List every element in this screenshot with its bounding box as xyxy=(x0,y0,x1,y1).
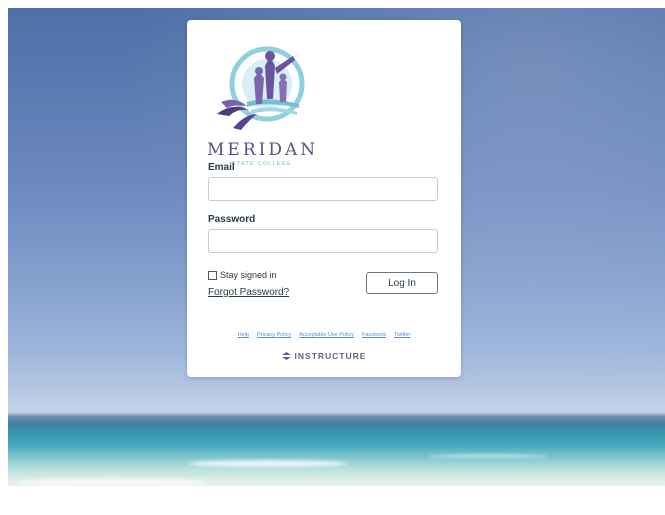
facebook-link[interactable]: Facebook xyxy=(362,332,386,338)
email-field[interactable] xyxy=(208,177,438,201)
help-link[interactable]: Help xyxy=(238,332,249,338)
login-card: MERIDAN STATE COLLEGE Email Password Sta… xyxy=(187,20,461,377)
instructure-icon xyxy=(281,352,291,360)
logo-emblem-icon xyxy=(217,46,305,130)
footer-links: Help Privacy Policy Acceptable Use Polic… xyxy=(187,332,461,338)
forgot-password-link[interactable]: Forgot Password? xyxy=(208,287,289,298)
instructure-wordmark: INSTRUCTURE xyxy=(294,351,367,361)
password-label: Password xyxy=(208,214,256,225)
privacy-policy-link[interactable]: Privacy Policy xyxy=(257,332,291,338)
college-logo: MERIDAN STATE COLLEGE xyxy=(207,44,317,168)
logo-wordmark: MERIDAN xyxy=(207,140,319,160)
wave-crest xyxy=(428,454,548,458)
wave-crest xyxy=(18,478,208,487)
instructure-brand[interactable]: INSTRUCTURE xyxy=(187,351,461,361)
stay-signed-in-checkbox[interactable] xyxy=(208,270,217,280)
acceptable-use-policy-link[interactable]: Acceptable Use Policy xyxy=(299,332,354,338)
stay-signed-in-option[interactable]: Stay signed in xyxy=(208,270,277,280)
password-field[interactable] xyxy=(208,229,438,253)
twitter-link[interactable]: Twitter xyxy=(394,332,410,338)
login-button[interactable]: Log In xyxy=(366,272,438,294)
wave-crest xyxy=(188,460,348,467)
email-label: Email xyxy=(208,162,235,173)
stay-signed-in-label: Stay signed in xyxy=(220,270,277,280)
